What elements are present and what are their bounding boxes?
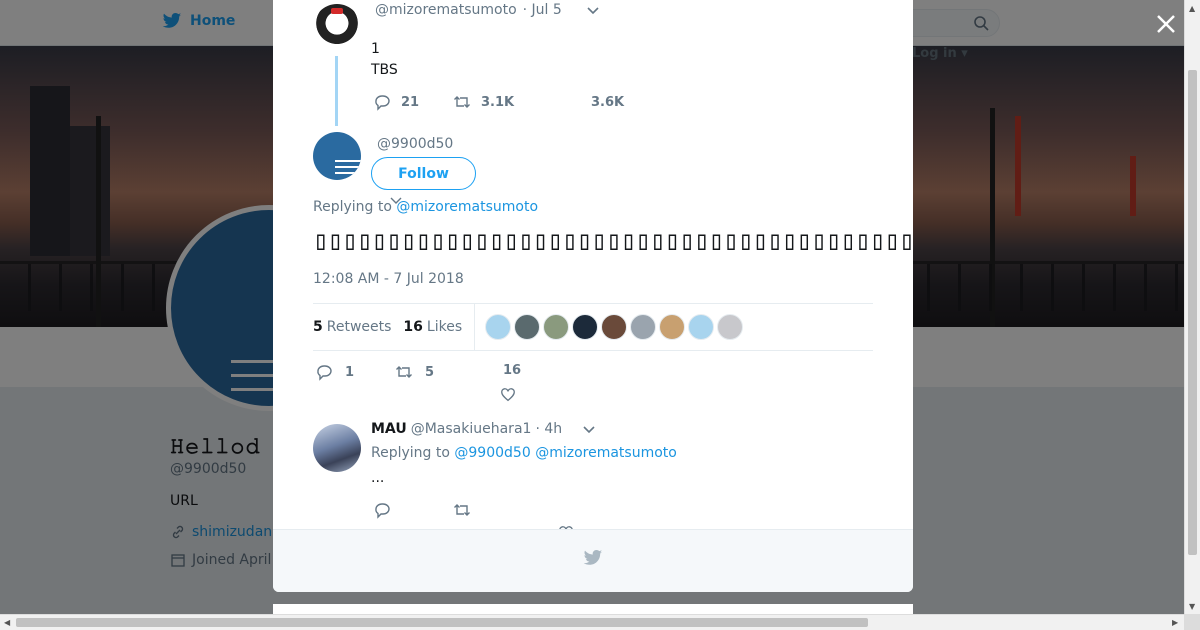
scroll-left-arrow-icon[interactable]: ◀ bbox=[4, 618, 10, 627]
reply-icon bbox=[375, 503, 390, 519]
reply-reply-button[interactable] bbox=[373, 501, 391, 519]
horizontal-scrollbar[interactable]: ◀ ▶ bbox=[0, 614, 1200, 630]
reply-retweet-button[interactable] bbox=[453, 501, 471, 519]
scroll-up-arrow-icon[interactable]: ▲ bbox=[1189, 4, 1195, 13]
twitter-bird-icon bbox=[583, 550, 603, 565]
replying-to-handle-link[interactable]: @9900d50 bbox=[454, 445, 530, 461]
close-icon[interactable] bbox=[1154, 12, 1178, 36]
replying-to-handle-link[interactable]: @mizorematsumoto bbox=[535, 445, 677, 461]
follow-button[interactable]: Follow bbox=[371, 157, 476, 190]
liker-avatar[interactable] bbox=[717, 314, 744, 340]
tweet-stats: 5 Retweets 16 Likes bbox=[313, 303, 873, 351]
liker-avatar[interactable] bbox=[688, 314, 715, 340]
reply-tweet-avatar[interactable] bbox=[313, 424, 361, 472]
modal-footer bbox=[273, 529, 913, 592]
ancestor-tweet-actions: 21 3.1K 3.6K bbox=[373, 93, 624, 111]
scrollbar-corner bbox=[1184, 614, 1200, 630]
chevron-down-icon[interactable] bbox=[586, 3, 600, 17]
vertical-scrollbar[interactable]: ▲ ▼ bbox=[1184, 0, 1200, 614]
heart-icon bbox=[501, 388, 515, 402]
main-tweet-avatar[interactable] bbox=[313, 132, 361, 180]
reply-tweet-header: MAU @Masakiuehara1 · 4h bbox=[371, 421, 596, 437]
liker-avatar[interactable] bbox=[601, 314, 628, 340]
thread-connector-line bbox=[335, 56, 338, 126]
modal-next-panel-edge bbox=[273, 604, 913, 614]
ancestor-like-button[interactable]: 3.6K bbox=[563, 93, 624, 111]
ancestor-tweet-avatar[interactable] bbox=[313, 4, 361, 52]
liker-avatar[interactable] bbox=[572, 314, 599, 340]
stats-divider bbox=[474, 303, 476, 351]
reply-author-handle[interactable]: @Masakiuehara1 bbox=[411, 421, 532, 437]
reply-author-name[interactable]: MAU bbox=[371, 421, 407, 437]
horizontal-scroll-thumb[interactable] bbox=[16, 618, 868, 627]
likers-avatar-list bbox=[485, 314, 744, 340]
ancestor-tweet-header: @mizorematsumoto · Jul 5 bbox=[375, 2, 600, 18]
ancestor-tweet-text-line2: TBS bbox=[371, 62, 398, 78]
reply-replying-to: Replying to @9900d50 @mizorematsumoto bbox=[371, 445, 677, 461]
liker-avatar[interactable] bbox=[659, 314, 686, 340]
retweet-icon bbox=[454, 96, 470, 108]
reply-tweet-text: ... bbox=[371, 470, 385, 486]
main-replying-to: Replying to @mizorematsumoto bbox=[313, 199, 539, 215]
ancestor-time[interactable]: · Jul 5 bbox=[523, 2, 562, 18]
liker-avatar[interactable] bbox=[514, 314, 541, 340]
reply-icon bbox=[375, 95, 390, 111]
ancestor-reply-button[interactable]: 21 bbox=[373, 93, 453, 111]
liker-avatar[interactable] bbox=[630, 314, 657, 340]
replying-to-handle-link[interactable]: @mizorematsumoto bbox=[396, 199, 538, 215]
liker-avatar[interactable] bbox=[543, 314, 570, 340]
ancestor-handle[interactable]: @mizorematsumoto bbox=[375, 2, 517, 18]
vertical-scroll-thumb[interactable] bbox=[1188, 70, 1197, 555]
tweet-modal: @mizorematsumoto · Jul 5 1 TBS 21 3.1K 3… bbox=[273, 0, 913, 592]
main-reply-button[interactable]: 1 bbox=[315, 363, 354, 381]
main-tweet-handle[interactable]: @9900d50 bbox=[377, 136, 453, 152]
liker-avatar[interactable] bbox=[485, 314, 512, 340]
main-retweet-button[interactable]: 5 bbox=[395, 363, 434, 381]
retweet-icon bbox=[454, 504, 470, 516]
main-tweet-timestamp[interactable]: 12:08 AM - 7 Jul 2018 bbox=[313, 271, 464, 287]
retweet-icon bbox=[396, 366, 412, 378]
scroll-down-arrow-icon[interactable]: ▼ bbox=[1189, 602, 1195, 611]
chevron-down-icon[interactable] bbox=[582, 422, 596, 436]
ancestor-tweet-text-line1: 1 bbox=[371, 41, 380, 57]
scroll-right-arrow-icon[interactable]: ▶ bbox=[1172, 618, 1178, 627]
reply-icon bbox=[317, 365, 332, 381]
main-like-count[interactable]: 16 bbox=[503, 363, 521, 378]
retweets-stat[interactable]: 5 Retweets bbox=[313, 319, 391, 335]
main-like-button[interactable] bbox=[500, 387, 516, 403]
reply-time[interactable]: · 4h bbox=[535, 421, 562, 437]
main-tweet-actions: 1 5 16 bbox=[313, 363, 873, 403]
main-tweet-text: ▯▯▯▯▯▯▯▯▯▯▯▯▯▯▯▯▯▯▯▯▯▯▯▯▯▯▯▯▯▯▯▯▯▯▯▯▯▯▯▯… bbox=[313, 226, 913, 256]
likes-stat[interactable]: 16 Likes bbox=[403, 319, 462, 335]
ancestor-retweet-button[interactable]: 3.1K bbox=[453, 93, 563, 111]
